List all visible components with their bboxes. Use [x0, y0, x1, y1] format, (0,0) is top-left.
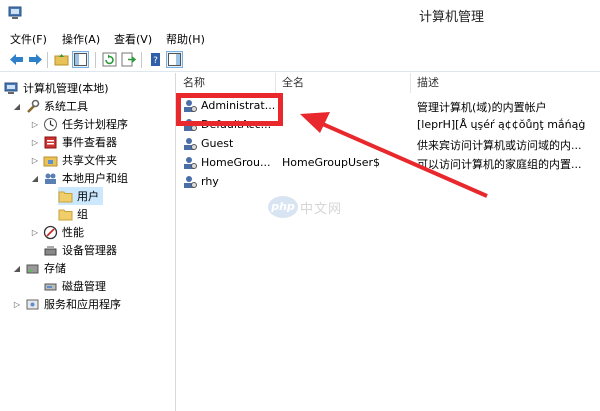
svg-text:?: ?: [153, 56, 158, 66]
tree-item-storage[interactable]: ◢ 存储: [12, 259, 66, 277]
toolbar-separator: [141, 52, 142, 68]
refresh-icon: [102, 52, 117, 67]
collapse-icon[interactable]: ◢: [30, 174, 40, 183]
menu-view[interactable]: 查看(V): [114, 31, 152, 47]
highlight-box: [176, 93, 283, 126]
tree-item-users[interactable]: 用户: [58, 187, 103, 205]
user-icon: [184, 157, 197, 169]
export-list-icon: [121, 52, 136, 67]
device-manager-icon: [44, 245, 57, 255]
watermark-logo: php: [268, 196, 298, 218]
folder-up-icon: [54, 54, 69, 66]
tree-item-event-viewer[interactable]: ▷ 事件查看器: [30, 133, 117, 151]
show-action-pane-button[interactable]: [166, 51, 183, 68]
table-row[interactable]: Guest 供来宾访问计算机或访问域的内...: [177, 135, 600, 154]
tree-item-disk-management[interactable]: 磁盘管理: [43, 277, 106, 295]
table-row[interactable]: HomeGrou... HomeGroupUser$ 可以访问计算机的家庭组的内…: [177, 154, 600, 173]
user-icon: [184, 138, 197, 150]
tree-item-services-applications[interactable]: ▷ 服务和应用程序: [12, 295, 121, 313]
column-header-name[interactable]: 名称: [177, 73, 276, 93]
back-button[interactable]: [8, 51, 25, 68]
expand-icon[interactable]: ▷: [30, 156, 40, 165]
forward-button[interactable]: [27, 51, 44, 68]
show-tree-button[interactable]: [72, 51, 89, 68]
performance-icon: [43, 225, 58, 239]
toolbar: ?: [0, 48, 600, 72]
tree-item-local-users-groups[interactable]: ◢ 本地用户和组: [30, 169, 128, 187]
menu-bar: 文件(F) 操作(A) 查看(V) 帮助(H): [0, 28, 600, 48]
users-group-icon: [45, 173, 56, 184]
user-description: 可以访问计算机的家庭组的内置...: [417, 158, 582, 171]
disk-icon: [44, 283, 57, 290]
collapse-icon[interactable]: ◢: [12, 264, 22, 273]
tree-label: 服务和应用程序: [44, 298, 121, 311]
user-name: HomeGrou...: [201, 156, 271, 169]
tools-icon: [27, 99, 40, 113]
computer-management-icon: [4, 82, 18, 94]
user-name: Guest: [201, 137, 234, 150]
refresh-button[interactable]: [101, 51, 118, 68]
watermark: php 中文网: [268, 196, 342, 218]
tree-item-computer-management[interactable]: 计算机管理(本地): [4, 79, 109, 97]
tree-item-groups[interactable]: 组: [58, 205, 88, 223]
user-name: rhy: [201, 175, 219, 188]
console-tree-icon: [74, 53, 87, 66]
toolbar-separator: [95, 52, 96, 68]
tree-label: 本地用户和组: [62, 172, 128, 185]
clock-icon: [44, 117, 57, 131]
user-description: 供来宾访问计算机或访问域的内...: [417, 139, 582, 152]
computer-management-icon: [8, 6, 22, 19]
up-folder-button[interactable]: [53, 51, 70, 68]
tree-label: 存储: [44, 262, 66, 275]
event-viewer-icon: [44, 136, 57, 148]
user-description: [leprH][Å ųşéŕ ą¢¢ŏůŋţ mắńąġ: [417, 118, 586, 131]
console-tree: 计算机管理(本地) ◢ 系统工具 ▷ 任务计划程序 ▷ 事件查看器 ▷ 共享文件…: [0, 73, 176, 411]
tree-label: 计算机管理(本地): [23, 82, 109, 95]
tree-label: 任务计划程序: [62, 118, 128, 131]
expand-icon[interactable]: ▷: [30, 138, 40, 147]
tree-label: 组: [77, 208, 88, 221]
title-bar: 计算机管理: [0, 0, 600, 28]
expand-icon[interactable]: ▷: [30, 120, 40, 129]
menu-file[interactable]: 文件(F): [10, 31, 47, 47]
menu-action[interactable]: 操作(A): [62, 31, 100, 47]
column-header-description[interactable]: 描述: [411, 73, 600, 93]
toolbar-separator: [47, 52, 48, 68]
tree-label: 事件查看器: [62, 136, 117, 149]
arrow-right-icon: [29, 54, 42, 65]
table-row[interactable]: rhy: [177, 173, 600, 192]
collapse-icon[interactable]: ◢: [12, 102, 22, 111]
user-icon: [184, 176, 197, 188]
column-header-fullname[interactable]: 全名: [276, 73, 411, 93]
tree-item-system-tools[interactable]: ◢ 系统工具: [12, 97, 88, 115]
tree-label: 磁盘管理: [62, 280, 106, 293]
storage-icon: [26, 264, 39, 273]
tree-label: 性能: [62, 226, 84, 239]
tree-label: 用户: [77, 190, 99, 203]
watermark-text: 中文网: [300, 201, 343, 217]
tree-item-device-manager[interactable]: 设备管理器: [43, 241, 117, 259]
help-icon: ?: [151, 53, 160, 66]
tree-item-task-scheduler[interactable]: ▷ 任务计划程序: [30, 115, 128, 133]
services-icon: [26, 299, 39, 309]
shared-folder-icon: [43, 156, 58, 166]
folder-icon: [58, 209, 73, 220]
folder-icon: [58, 191, 73, 202]
tree-label: 设备管理器: [62, 244, 117, 257]
user-description: 管理计算机(域)的内置帐户: [417, 101, 547, 114]
tree-label: 系统工具: [44, 100, 88, 113]
export-button[interactable]: [120, 51, 137, 68]
arrow-left-icon: [10, 54, 23, 65]
menu-help[interactable]: 帮助(H): [166, 31, 205, 47]
help-button[interactable]: ?: [147, 51, 164, 68]
window-title: 计算机管理: [419, 10, 485, 25]
expand-icon[interactable]: ▷: [30, 228, 40, 237]
tree-item-performance[interactable]: ▷ 性能: [30, 223, 84, 241]
tree-item-shared-folders[interactable]: ▷ 共享文件夹: [30, 151, 117, 169]
tree-label: 共享文件夹: [62, 154, 117, 167]
expand-icon[interactable]: ▷: [12, 300, 22, 309]
action-pane-icon: [168, 53, 181, 66]
user-fullname: HomeGroupUser$: [282, 156, 381, 169]
